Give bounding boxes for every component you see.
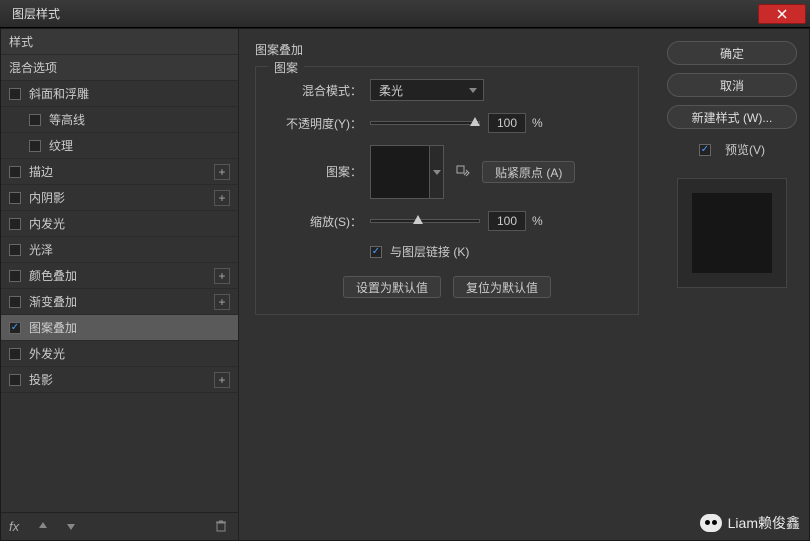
pattern-row: 图案： 贴紧原点 (A)	[272, 145, 622, 199]
sidebar-item-label: 纹理	[49, 137, 73, 154]
main-panel: 图案叠加 图案 混合模式： 柔光 不透明度(Y)： % 图案：	[239, 29, 655, 540]
arrow-up-icon[interactable]	[37, 519, 53, 535]
section-title: 图案叠加	[255, 41, 639, 58]
style-checkbox[interactable]	[9, 348, 21, 360]
sidebar-item-label: 图案叠加	[29, 319, 77, 336]
sidebar-item-label: 光泽	[29, 241, 53, 258]
set-default-button[interactable]: 设置为默认值	[343, 276, 441, 298]
link-layer-row[interactable]: 与图层链接 (K)	[370, 243, 622, 260]
sidebar-item-10[interactable]: 渐变叠加 +	[1, 289, 238, 315]
dialog-body: 样式混合选项斜面和浮雕等高线纹理描边 + 内阴影 + 内发光光泽颜色叠加 + 渐变叠加 + 图案…	[0, 28, 810, 541]
sidebar-item-label: 斜面和浮雕	[29, 85, 89, 102]
style-checkbox[interactable]	[9, 218, 21, 230]
sidebar-item-label: 渐变叠加	[29, 293, 77, 310]
sidebar-item-label: 内发光	[29, 215, 65, 232]
snap-origin-button[interactable]: 贴紧原点 (A)	[482, 161, 575, 183]
opacity-thumb[interactable]	[470, 117, 480, 126]
style-checkbox[interactable]	[29, 114, 41, 126]
scale-slider[interactable]	[370, 219, 480, 223]
sidebar-item-5[interactable]: 描边 +	[1, 159, 238, 185]
sidebar-item-label: 描边	[29, 163, 53, 180]
sidebar-item-label: 颜色叠加	[29, 267, 77, 284]
fieldset-legend: 图案	[268, 59, 304, 76]
sidebar-item-0[interactable]: 样式	[1, 29, 238, 55]
reset-default-button[interactable]: 复位为默认值	[453, 276, 551, 298]
sidebar-item-9[interactable]: 颜色叠加 +	[1, 263, 238, 289]
link-layer-checkbox[interactable]	[370, 246, 382, 258]
add-effect-button[interactable]: +	[214, 268, 230, 284]
opacity-label: 不透明度(Y)：	[272, 115, 362, 132]
blend-mode-label: 混合模式：	[272, 82, 362, 99]
scale-row: 缩放(S)： %	[272, 211, 622, 231]
sidebar-item-6[interactable]: 内阴影 +	[1, 185, 238, 211]
add-effect-button[interactable]: +	[214, 372, 230, 388]
window-title: 图层样式	[0, 5, 60, 22]
blend-mode-row: 混合模式： 柔光	[272, 79, 622, 101]
sidebar-item-3[interactable]: 等高线	[1, 107, 238, 133]
style-checkbox[interactable]	[9, 322, 21, 334]
add-effect-button[interactable]: +	[214, 164, 230, 180]
style-checkbox[interactable]	[9, 88, 21, 100]
preview-box	[677, 178, 787, 288]
preview-inner	[692, 193, 772, 273]
right-panel: 确定 取消 新建样式 (W)... 预览(V)	[655, 29, 809, 540]
style-checkbox[interactable]	[9, 374, 21, 386]
ok-button[interactable]: 确定	[667, 41, 797, 65]
weibo-icon	[700, 514, 722, 532]
sidebar-item-1[interactable]: 混合选项	[1, 55, 238, 81]
style-checkbox[interactable]	[9, 192, 21, 204]
pattern-label: 图案：	[272, 145, 362, 180]
default-buttons: 设置为默认值 复位为默认值	[272, 276, 622, 298]
close-button[interactable]	[758, 4, 806, 24]
link-layer-label: 与图层链接 (K)	[390, 243, 469, 260]
scale-unit: %	[532, 214, 543, 228]
close-icon	[777, 9, 787, 19]
opacity-unit: %	[532, 116, 543, 130]
sidebar-item-label: 样式	[9, 33, 33, 50]
sidebar: 样式混合选项斜面和浮雕等高线纹理描边 + 内阴影 + 内发光光泽颜色叠加 + 渐变叠加 + 图案…	[1, 29, 239, 540]
titlebar: 图层样式	[0, 0, 810, 28]
opacity-row: 不透明度(Y)： %	[272, 113, 622, 133]
watermark: Liam赖俊鑫	[700, 513, 800, 533]
trash-icon[interactable]	[214, 519, 230, 535]
blend-mode-select[interactable]: 柔光	[370, 79, 484, 101]
sidebar-item-2[interactable]: 斜面和浮雕	[1, 81, 238, 107]
scale-input[interactable]	[488, 211, 526, 231]
scale-label: 缩放(S)：	[272, 213, 362, 230]
sidebar-item-label: 等高线	[49, 111, 85, 128]
sidebar-item-label: 混合选项	[9, 59, 57, 76]
sidebar-footer: fx	[1, 512, 238, 540]
opacity-input[interactable]	[488, 113, 526, 133]
style-checkbox[interactable]	[29, 140, 41, 152]
sidebar-item-label: 投影	[29, 371, 53, 388]
preview-toggle[interactable]: 预览(V)	[699, 141, 765, 158]
scale-thumb[interactable]	[413, 215, 423, 224]
add-effect-button[interactable]: +	[214, 190, 230, 206]
add-effect-button[interactable]: +	[214, 294, 230, 310]
pattern-dropdown[interactable]	[430, 145, 444, 199]
style-checkbox[interactable]	[9, 296, 21, 308]
snap-origin-icon[interactable]	[454, 163, 472, 181]
pattern-swatch[interactable]	[370, 145, 430, 199]
style-checkbox[interactable]	[9, 166, 21, 178]
style-checkbox[interactable]	[9, 270, 21, 282]
sidebar-item-11[interactable]: 图案叠加	[1, 315, 238, 341]
preview-label: 预览(V)	[725, 141, 765, 158]
sidebar-item-4[interactable]: 纹理	[1, 133, 238, 159]
sidebar-item-7[interactable]: 内发光	[1, 211, 238, 237]
sidebar-item-8[interactable]: 光泽	[1, 237, 238, 263]
pattern-fieldset: 图案 混合模式： 柔光 不透明度(Y)： % 图案：	[255, 66, 639, 315]
cancel-button[interactable]: 取消	[667, 73, 797, 97]
opacity-slider[interactable]	[370, 121, 480, 125]
sidebar-item-13[interactable]: 投影 +	[1, 367, 238, 393]
style-list: 样式混合选项斜面和浮雕等高线纹理描边 + 内阴影 + 内发光光泽颜色叠加 + 渐变叠加 + 图案…	[1, 29, 238, 512]
preview-checkbox[interactable]	[699, 144, 711, 156]
sidebar-item-label: 外发光	[29, 345, 65, 362]
sidebar-item-label: 内阴影	[29, 189, 65, 206]
sidebar-item-12[interactable]: 外发光	[1, 341, 238, 367]
fx-icon[interactable]: fx	[9, 519, 25, 535]
arrow-down-icon[interactable]	[65, 519, 81, 535]
style-checkbox[interactable]	[9, 244, 21, 256]
new-style-button[interactable]: 新建样式 (W)...	[667, 105, 797, 129]
